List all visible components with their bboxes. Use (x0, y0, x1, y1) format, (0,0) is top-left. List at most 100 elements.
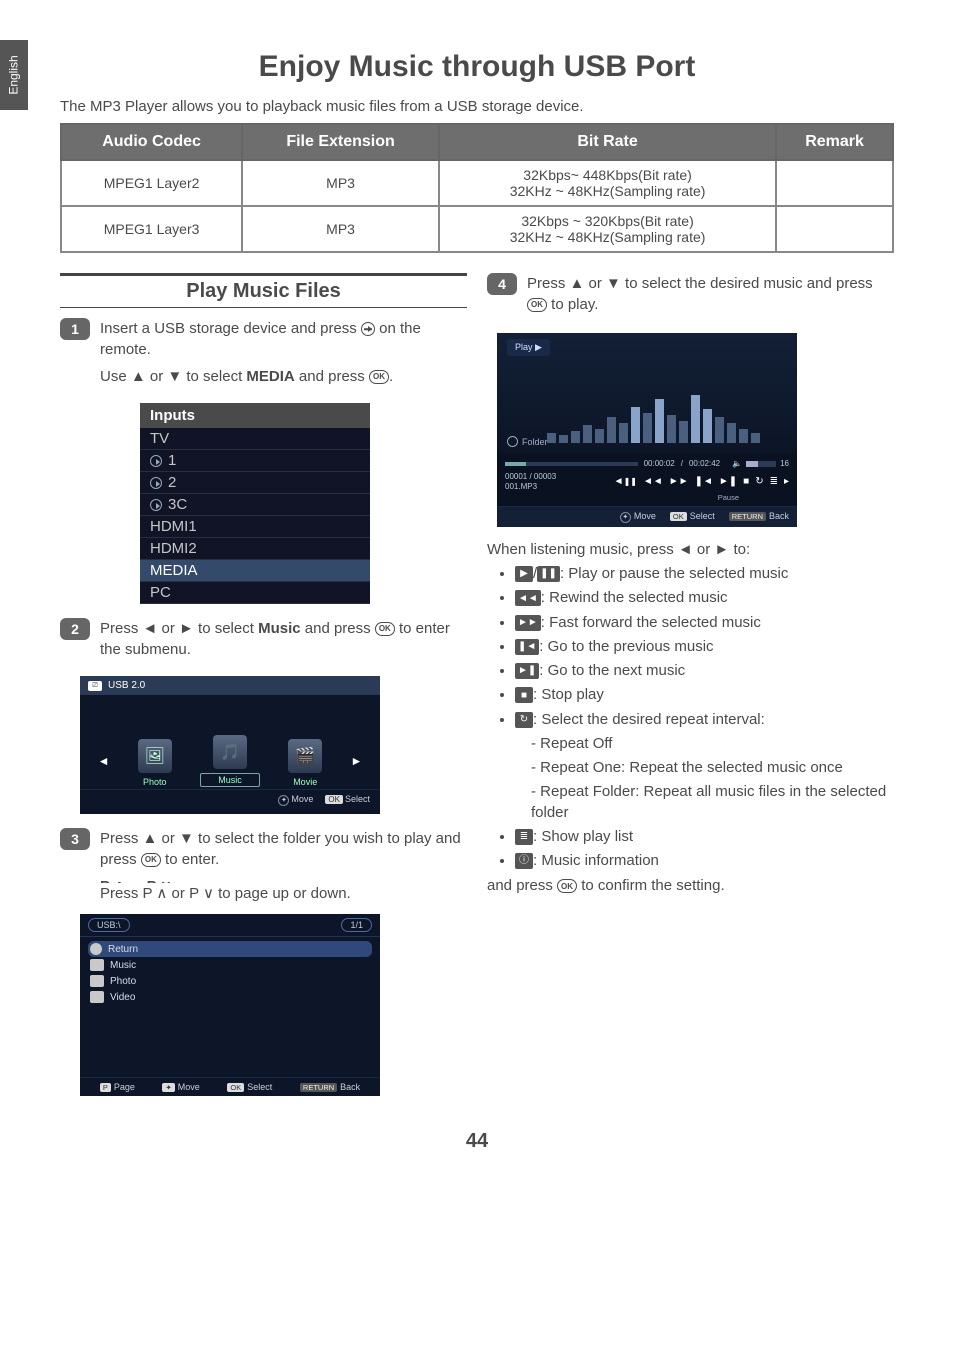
volume-value: 16 (780, 459, 789, 468)
playlist-icon: ≣ (515, 829, 533, 845)
time-total: 00:02:42 (689, 459, 720, 468)
folder-item[interactable]: Photo (88, 973, 372, 989)
inputs-menu-item-selected[interactable]: MEDIA (140, 560, 370, 582)
input-source-icon (150, 499, 162, 511)
track-file: 001.MP3 (505, 482, 556, 492)
return-icon (90, 943, 102, 955)
step4-line1: Press ▲ or ▼ to select the desired music… (527, 273, 894, 315)
ok-icon: OK (369, 370, 389, 384)
media-tab-movie[interactable]: 🎬 Movie (275, 739, 335, 787)
ok-icon: OK (527, 298, 547, 312)
track-meta: 00001 / 00003 001.MP3 (505, 472, 556, 491)
folder-list-header: USB:\ 1/1 (80, 914, 380, 937)
repeat-folder: Repeat Folder: Repeat all music files in… (531, 782, 894, 823)
info-icon[interactable]: ▸ (784, 476, 789, 487)
control-repeat: ↻: Select the desired repeat interval: R… (515, 710, 894, 823)
folder-icon (90, 975, 104, 987)
folder-list-panel: USB:\ 1/1 Return Music Photo Video PPage… (80, 914, 380, 1096)
music-player-panel: Play ▶ Folder 00:00:02 / 00:02:42 🔈16 00… (497, 333, 797, 527)
time-elapsed: 00:00:02 (644, 459, 675, 468)
inputs-menu-item[interactable]: 1 (140, 450, 370, 472)
folder-icon (90, 991, 104, 1003)
inputs-menu-title: Inputs (140, 403, 370, 428)
photo-icon: 🖼 (138, 739, 172, 773)
codec-cell (776, 160, 893, 206)
volume-control[interactable]: 🔈 16 (732, 459, 789, 468)
next-track-icon[interactable]: ►❚ (719, 476, 737, 487)
nav-right-icon[interactable]: ► (350, 754, 362, 768)
codec-cell: MP3 (242, 160, 439, 206)
prev-track-icon[interactable]: ❚◄ (695, 476, 713, 487)
confirm-text: and press OK to confirm the setting. (487, 877, 894, 894)
stop-icon: ■ (515, 687, 533, 703)
media-tab-photo[interactable]: 🖼 Photo (125, 739, 185, 787)
player-footer: ✦Move OKSelect RETURNBack (497, 506, 797, 527)
codec-row: MPEG1 Layer3 MP3 32Kbps ~ 320Kbps(Bit ra… (61, 206, 893, 252)
page-title: Enjoy Music through USB Port (60, 50, 894, 84)
codec-th-bitrate: Bit Rate (439, 124, 776, 160)
time-bar[interactable]: 00:00:02 / 00:02:42 🔈16 (505, 459, 789, 468)
info-icon: ⓘ (515, 853, 533, 869)
step3-line2-text: Press P ∧ or P ∨ to page up or down. (100, 883, 467, 904)
music-icon: 🎵 (213, 735, 247, 769)
codec-th-ext: File Extension (242, 124, 439, 160)
repeat-icon: ↻ (515, 712, 533, 728)
repeat-one: Repeat One: Repeat the selected music on… (531, 758, 894, 778)
listening-lead: When listening music, press ◄ or ► to: (487, 541, 894, 558)
media-tab-music[interactable]: 🎵 Music (200, 735, 260, 787)
transport-buttons: ◄❚❚ ◄◄ ►► ❚◄ ►❚ ■ ↻ ≣ ▸ (614, 476, 789, 487)
stop-icon[interactable]: ■ (743, 476, 749, 487)
inputs-menu-item[interactable]: HDMI1 (140, 516, 370, 538)
dpad-icon: ✦ (620, 512, 631, 523)
folder-item[interactable]: Video (88, 989, 372, 1005)
progress-bar[interactable] (505, 462, 638, 466)
play-state-badge: Play ▶ (507, 339, 550, 356)
movie-icon: 🎬 (288, 739, 322, 773)
language-tab: English (0, 40, 28, 110)
inputs-menu-item[interactable]: 3C (140, 494, 370, 516)
playlist-icon[interactable]: ≣ (770, 476, 778, 487)
codec-cell: MP3 (242, 206, 439, 252)
p-key-icon: P (100, 1083, 111, 1092)
codec-table: Audio Codec File Extension Bit Rate Rema… (60, 123, 894, 253)
refresh-icon (507, 436, 518, 447)
step3-line1: Press ▲ or ▼ to select the folder you wi… (100, 828, 467, 870)
input-source-icon (150, 477, 162, 489)
control-info: ⓘ: Music information (515, 851, 894, 871)
control-stop: ■: Stop play (515, 685, 894, 705)
fast-forward-icon[interactable]: ►► (669, 476, 689, 487)
footer-move: ✦Move (278, 794, 313, 806)
inputs-menu-item[interactable]: 2 (140, 472, 370, 494)
usb-label: USB 2.0 (108, 680, 145, 691)
folder-item-return[interactable]: Return (88, 941, 372, 957)
control-rewind: ◄◄: Rewind the selected music (515, 588, 894, 608)
codec-cell: 32Kbps ~ 320Kbps(Bit rate) 32KHz ~ 48KHz… (439, 206, 776, 252)
input-source-icon (150, 455, 162, 467)
rewind-icon[interactable]: ◄❚❚ (614, 476, 637, 487)
usb-icon: ⎚ (88, 681, 102, 691)
speaker-icon: 🔈 (732, 459, 742, 468)
folder-item[interactable]: Music (88, 957, 372, 973)
codec-cell: MPEG1 Layer2 (61, 160, 242, 206)
control-play-pause: ▶/❚❚: Play or pause the selected music (515, 564, 894, 584)
control-prev: ❚◄: Go to the previous music (515, 637, 894, 657)
section-heading: Play Music Files (60, 273, 467, 308)
control-fforward: ►►: Fast forward the selected music (515, 613, 894, 633)
dpad-icon: ✦ (162, 1083, 174, 1092)
ok-icon: OK (375, 622, 395, 636)
inputs-menu-item[interactable]: HDMI2 (140, 538, 370, 560)
volume-bar[interactable] (746, 461, 776, 467)
inputs-menu: Inputs TV 1 2 3C HDMI1 HDMI2 MEDIA PC (140, 403, 370, 604)
inputs-menu-item[interactable]: TV (140, 428, 370, 450)
control-playlist: ≣: Show play list (515, 827, 894, 847)
inputs-menu-item[interactable]: PC (140, 582, 370, 604)
fast-rewind-icon[interactable]: ◄◄ (643, 476, 663, 487)
nav-left-icon[interactable]: ◄ (98, 754, 110, 768)
step-number: 4 (487, 273, 517, 295)
controls-list: ▶/❚❚: Play or pause the selected music ◄… (515, 564, 894, 871)
codec-cell: MPEG1 Layer3 (61, 206, 242, 252)
repeat-icon[interactable]: ↻ (755, 476, 763, 487)
media-nav-footer: ✦Move OKSelect (80, 789, 380, 810)
dpad-icon: ✦ (278, 795, 289, 806)
codec-th-codec: Audio Codec (61, 124, 242, 160)
